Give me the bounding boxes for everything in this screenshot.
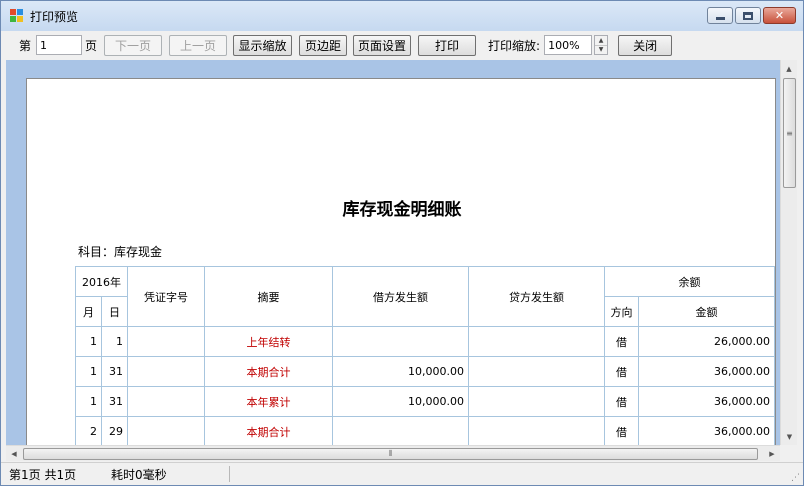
credit-cell bbox=[468, 416, 605, 445]
debit-cell: 10,000.00 bbox=[332, 386, 469, 417]
summary-cell: 上年结转 bbox=[204, 326, 333, 357]
close-window-button[interactable]: ✕ bbox=[763, 7, 796, 24]
debit-cell bbox=[332, 326, 469, 357]
document-title: 库存现金明细账 bbox=[342, 200, 462, 220]
minimize-icon bbox=[715, 17, 725, 20]
summary-cell: 本期合计 bbox=[204, 356, 333, 387]
month-cell: 1 bbox=[75, 386, 102, 417]
debit-header: 借方发生额 bbox=[332, 266, 469, 327]
page-suffix-label: 页 bbox=[85, 38, 98, 53]
title-bar[interactable]: 打印预览 ✕ bbox=[1, 1, 803, 31]
status-bar: 第1页 共1页 耗时0毫秒 ⋰ bbox=[1, 462, 803, 485]
table-row: 2 29 本期合计 借 36,000.00 bbox=[75, 416, 775, 445]
page-number-input[interactable] bbox=[36, 35, 83, 55]
month-cell: 1 bbox=[75, 356, 102, 387]
voucher-header: 凭证字号 bbox=[127, 266, 205, 327]
ledger-table: 2016年 凭证字号 摘要 借方发生额 贷方发生额 余额 月 日 方向 金额 1… bbox=[75, 266, 775, 445]
amount-cell: 36,000.00 bbox=[638, 386, 775, 417]
direction-cell: 借 bbox=[604, 356, 639, 387]
summary-cell: 本年累计 bbox=[204, 386, 333, 417]
day-cell: 29 bbox=[101, 416, 128, 445]
day-cell: 31 bbox=[101, 386, 128, 417]
voucher-cell bbox=[127, 356, 205, 387]
month-cell: 2 bbox=[75, 416, 102, 445]
amount-cell: 36,000.00 bbox=[638, 416, 775, 445]
print-preview-window: 打印预览 ✕ 第 页 下一页 上一页 显示缩放 页边距 页面设置 打印 打印缩放… bbox=[0, 0, 804, 486]
day-cell: 1 bbox=[101, 326, 128, 357]
credit-cell bbox=[468, 356, 605, 387]
day-header: 日 bbox=[101, 296, 128, 327]
debit-cell: 10,000.00 bbox=[332, 356, 469, 387]
scroll-left-icon[interactable]: ◀ bbox=[6, 446, 22, 462]
direction-header: 方向 bbox=[604, 296, 639, 327]
toolbar: 第 页 下一页 上一页 显示缩放 页边距 页面设置 打印 打印缩放: ▲ ▼ 关… bbox=[1, 31, 803, 59]
subject-label: 科目：库存现金 bbox=[78, 245, 163, 259]
minimize-button[interactable] bbox=[707, 7, 733, 24]
maximize-icon bbox=[743, 11, 753, 20]
day-cell: 31 bbox=[101, 356, 128, 387]
credit-header: 贷方发生额 bbox=[468, 266, 605, 327]
table-row: 1 31 本年累计 10,000.00 借 36,000.00 bbox=[75, 386, 775, 417]
balance-header: 余额 bbox=[604, 266, 775, 297]
page-setup-button[interactable]: 页面设置 bbox=[353, 34, 412, 56]
amount-header: 金额 bbox=[638, 296, 775, 327]
print-zoom-label: 打印缩放: bbox=[488, 38, 541, 53]
prev-page-button[interactable]: 上一页 bbox=[169, 34, 228, 56]
credit-cell bbox=[468, 386, 605, 417]
scroll-up-icon[interactable]: ▲ bbox=[781, 60, 797, 77]
table-row: 1 31 本期合计 10,000.00 借 36,000.00 bbox=[75, 356, 775, 387]
header-row-1: 2016年 凭证字号 摘要 借方发生额 贷方发生额 余额 bbox=[75, 266, 775, 327]
amount-cell: 26,000.00 bbox=[638, 326, 775, 357]
close-icon: ✕ bbox=[774, 9, 785, 22]
table-row: 1 1 上年结转 借 26,000.00 bbox=[75, 326, 775, 357]
voucher-cell bbox=[127, 416, 205, 445]
spin-up-icon[interactable]: ▲ bbox=[595, 36, 607, 45]
window-title: 打印预览 bbox=[30, 9, 79, 24]
debit-cell bbox=[332, 416, 469, 445]
horizontal-scroll-thumb[interactable]: ⦀ bbox=[23, 448, 758, 460]
status-divider bbox=[229, 466, 230, 482]
credit-cell bbox=[468, 326, 605, 357]
direction-cell: 借 bbox=[604, 326, 639, 357]
status-elapsed: 耗时0毫秒 bbox=[111, 467, 167, 482]
print-zoom-input[interactable] bbox=[544, 35, 593, 55]
close-button[interactable]: 关闭 bbox=[618, 34, 673, 56]
margins-button[interactable]: 页边距 bbox=[299, 34, 348, 56]
scroll-down-icon[interactable]: ▼ bbox=[781, 428, 798, 445]
direction-cell: 借 bbox=[604, 416, 639, 445]
amount-cell: 36,000.00 bbox=[638, 356, 775, 387]
scroll-right-icon[interactable]: ▶ bbox=[764, 446, 780, 462]
spin-down-icon[interactable]: ▼ bbox=[595, 44, 608, 55]
resize-grip-icon[interactable]: ⋰ bbox=[791, 473, 800, 483]
preview-viewport[interactable]: 库存现金明细账 科目：库存现金 2016年 凭证字号 摘要 借方发生额 贷方发生… bbox=[6, 60, 780, 445]
next-page-button[interactable]: 下一页 bbox=[104, 34, 163, 56]
preview-page: 库存现金明细账 科目：库存现金 2016年 凭证字号 摘要 借方发生额 贷方发生… bbox=[26, 78, 776, 445]
month-header: 月 bbox=[75, 296, 102, 327]
horizontal-scrollbar[interactable]: ◀ ⦀ ▶ bbox=[6, 445, 780, 461]
voucher-cell bbox=[127, 326, 205, 357]
summary-cell: 本期合计 bbox=[204, 416, 333, 445]
status-page-info: 第1页 共1页 bbox=[9, 467, 77, 482]
vertical-scrollbar[interactable]: ▲ ≡ ▼ bbox=[780, 60, 797, 445]
maximize-button[interactable] bbox=[735, 7, 761, 24]
print-zoom-spinner[interactable]: ▲ ▼ bbox=[594, 35, 609, 55]
page-prefix-label: 第 bbox=[19, 38, 32, 53]
print-button[interactable]: 打印 bbox=[418, 34, 477, 56]
vertical-scroll-thumb[interactable]: ≡ bbox=[783, 78, 796, 188]
month-cell: 1 bbox=[75, 326, 102, 357]
app-icon bbox=[10, 9, 24, 23]
year-header: 2016年 bbox=[75, 266, 128, 297]
show-zoom-button[interactable]: 显示缩放 bbox=[233, 34, 293, 56]
summary-header: 摘要 bbox=[204, 266, 333, 327]
direction-cell: 借 bbox=[604, 386, 639, 417]
voucher-cell bbox=[127, 386, 205, 417]
